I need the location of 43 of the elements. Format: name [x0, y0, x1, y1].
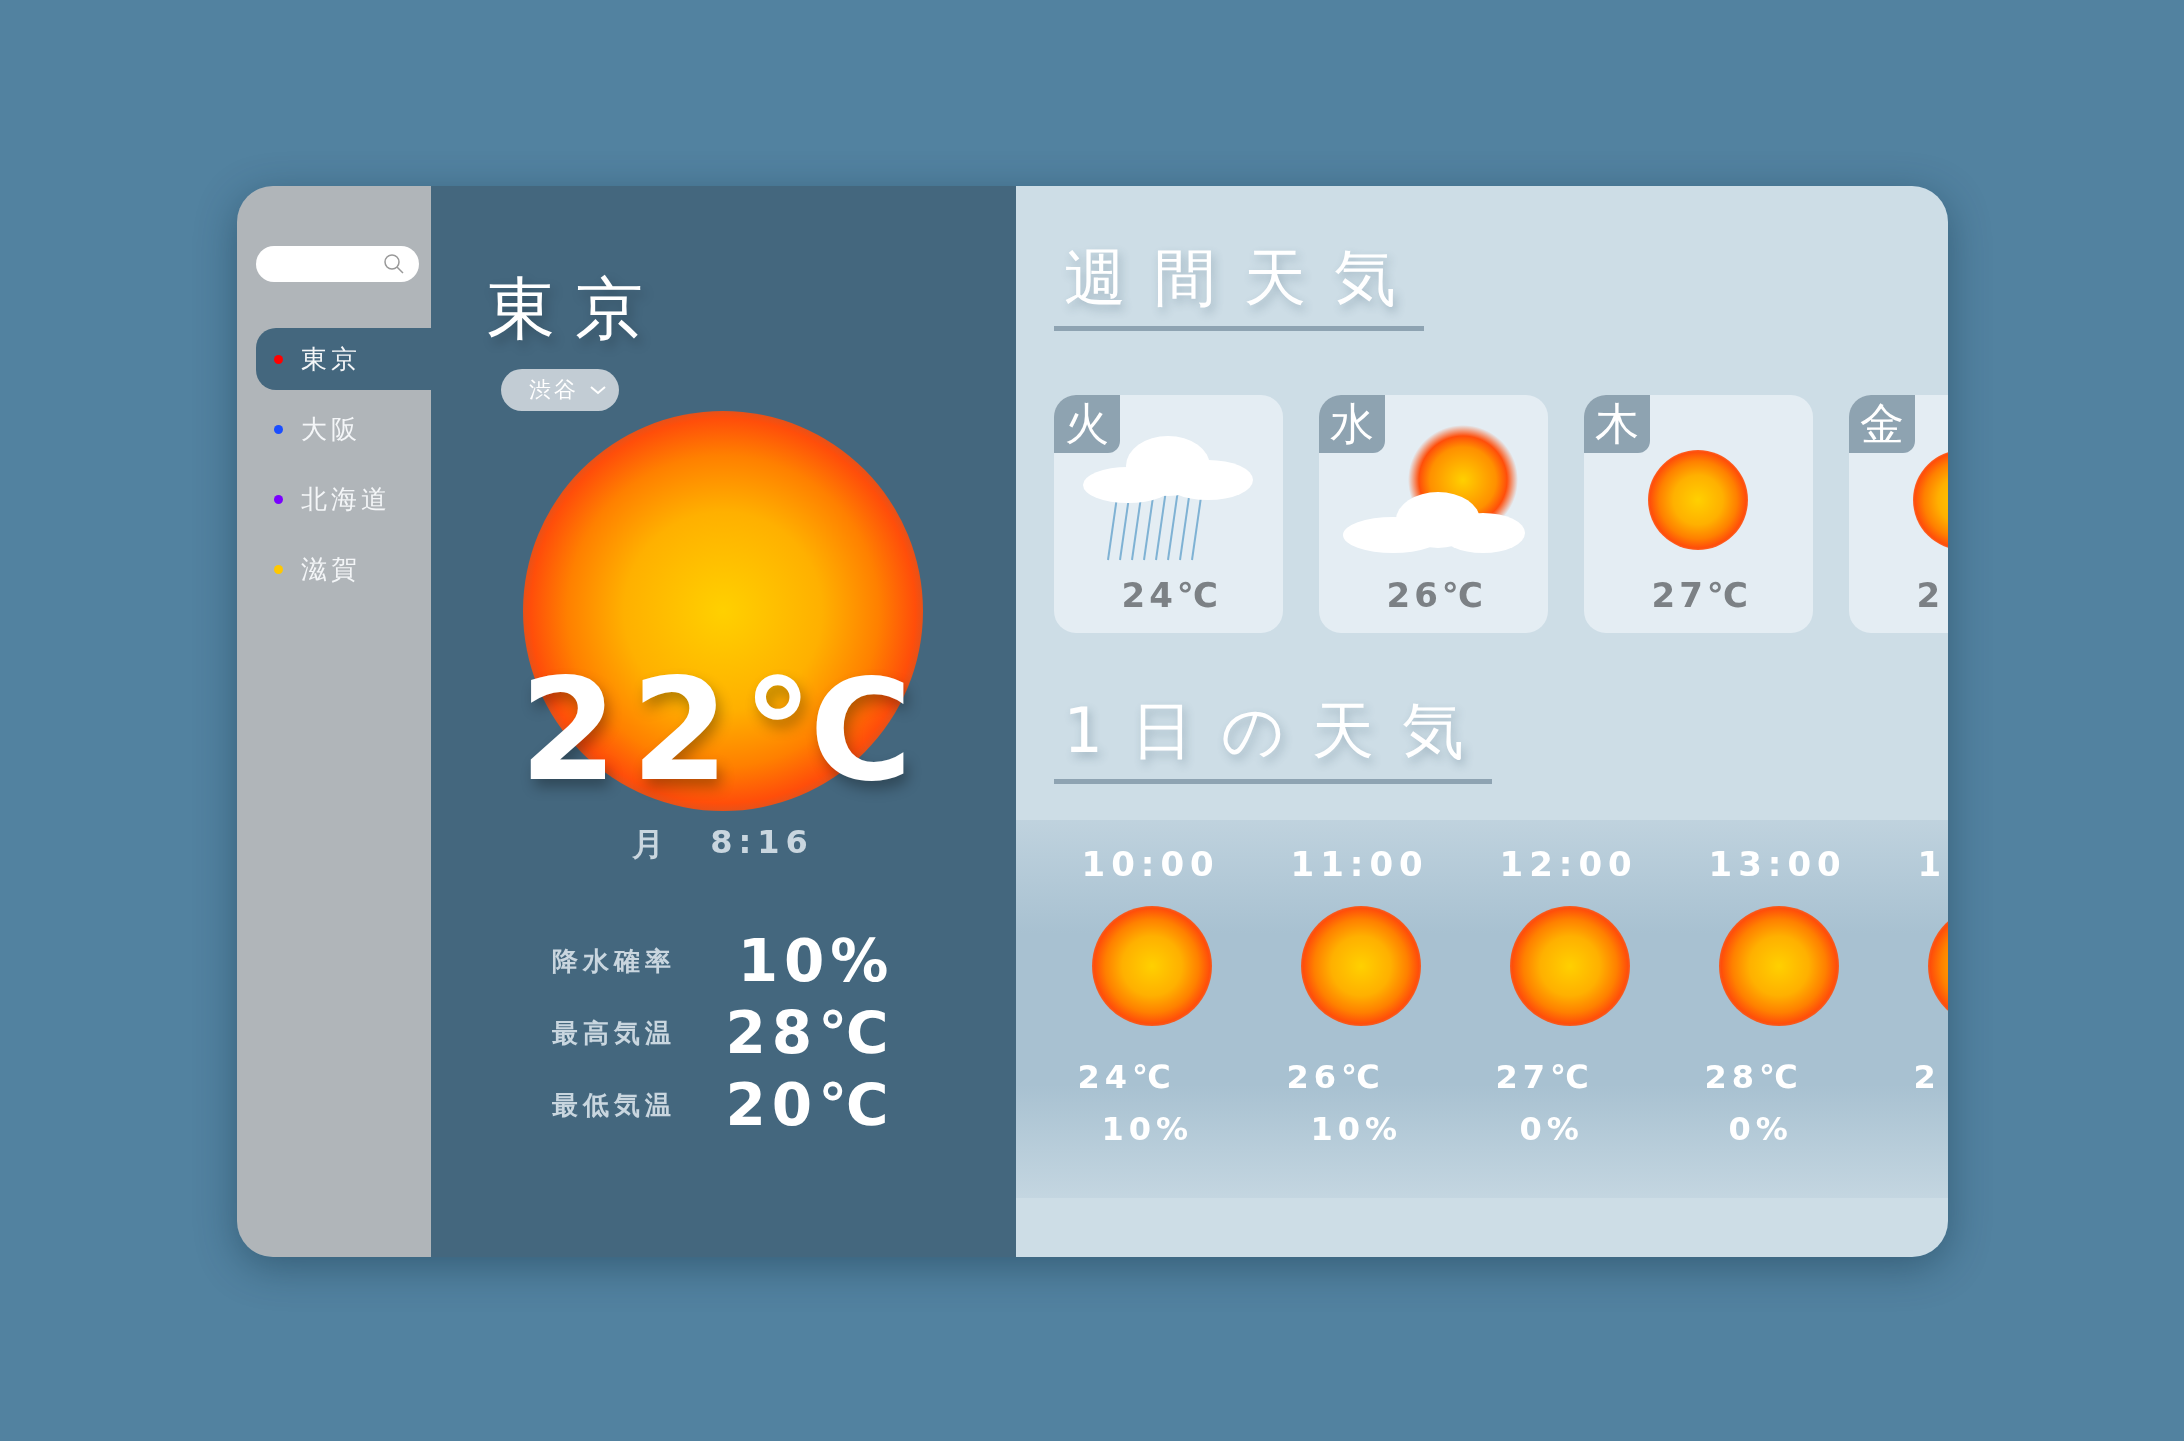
hour-precipitation: 10% [1100, 1110, 1195, 1148]
chevron-down-icon [588, 384, 607, 396]
stat-value: 28℃ [725, 999, 895, 1067]
city-item[interactable]: 北海道 [255, 468, 431, 530]
day-temperature: 26℃ [1385, 575, 1488, 615]
hour-precipitation: 0% [1518, 1110, 1585, 1148]
search-field[interactable] [255, 246, 419, 282]
hour-temperature: 24℃ [1076, 1058, 1177, 1096]
hour-temperature: 2 [1912, 1058, 1942, 1096]
hour-time: 13:00 [1707, 844, 1848, 884]
day-tag: 水 [1318, 395, 1385, 453]
city-name: 東京 [300, 342, 361, 376]
stat-label: 最高気温 [551, 1016, 676, 1050]
hour-time: 11:00 [1289, 844, 1430, 884]
hour-precipitation: 0% [1727, 1110, 1794, 1148]
city-item[interactable]: 滋賀 [255, 538, 431, 600]
city-item[interactable]: 東京 [255, 328, 431, 390]
search-icon [382, 253, 405, 275]
day-temperature: 24℃ [1120, 575, 1223, 615]
day-temperature: 2 [1915, 575, 1946, 615]
hour-temperature: 26℃ [1285, 1058, 1386, 1096]
stat-value: 10% [736, 927, 895, 995]
city-name: 北海道 [300, 482, 391, 516]
hour-temperature: 27℃ [1494, 1058, 1595, 1096]
city-item[interactable]: 大阪 [255, 398, 431, 460]
time-label: 8:16 [710, 823, 814, 863]
city-title: 東京 [486, 268, 663, 350]
day-tag: 金 [1848, 395, 1915, 453]
day-tag: 火 [1053, 395, 1120, 453]
city-name: 大阪 [300, 412, 361, 446]
hour-precipitation: 10% [1309, 1110, 1404, 1148]
day-temperature: 27℃ [1650, 575, 1753, 615]
day-label: 月 [632, 824, 671, 865]
city-name: 滋賀 [300, 552, 361, 586]
day-tag: 木 [1583, 395, 1650, 453]
hour-time: 10:00 [1080, 844, 1221, 884]
hour-time: 12:00 [1498, 844, 1639, 884]
stat-label: 最低気温 [551, 1088, 676, 1122]
stat-value: 20℃ [725, 1071, 895, 1139]
district-dropdown[interactable]: 渋谷 [500, 369, 619, 411]
hour-temperature: 28℃ [1703, 1058, 1804, 1096]
hour-time: 1 [1916, 844, 1948, 884]
stat-label: 降水確率 [551, 944, 676, 978]
